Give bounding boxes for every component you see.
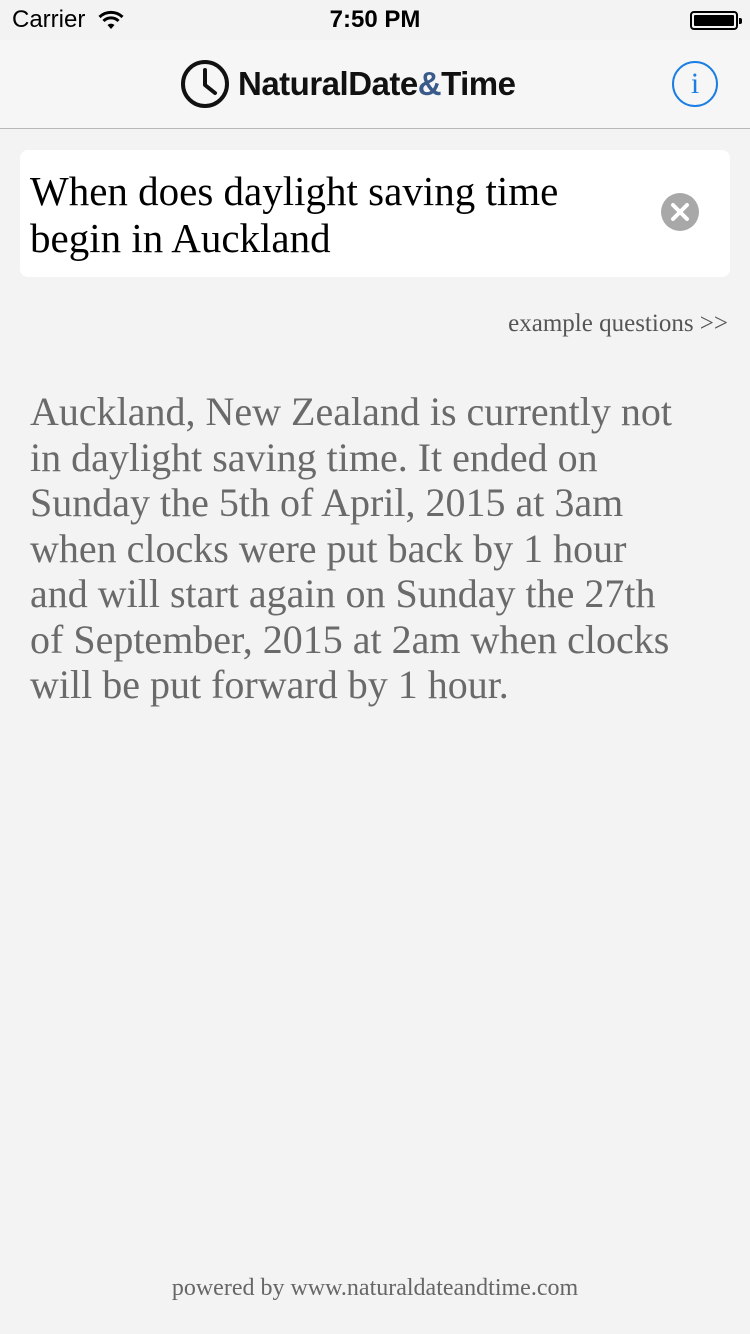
answer-text: Auckland, New Zealand is currently not i… [30, 389, 673, 707]
status-time: 7:50 PM [329, 6, 421, 33]
navigation-bar: NaturalDate&Time i [0, 40, 750, 129]
app-logo: NaturalDate&Time [180, 59, 516, 109]
clear-icon [671, 203, 689, 221]
question-text[interactable]: When does daylight saving time begin in … [30, 168, 640, 262]
logo-ampersand: & [417, 65, 442, 102]
info-button[interactable]: i [672, 61, 718, 107]
clock-icon [181, 60, 229, 108]
battery-icon [690, 11, 742, 30]
clear-button[interactable] [661, 193, 699, 231]
logo-text: NaturalDate&Time [238, 65, 516, 103]
powered-by-footer[interactable]: powered by www.naturaldateandtime.com [0, 1275, 750, 1302]
example-questions-link[interactable]: example questions >> [508, 310, 728, 338]
logo-text-natural-date: NaturalDate [238, 65, 418, 102]
question-input[interactable]: When does daylight saving time begin in … [20, 150, 730, 277]
status-bar: Carrier 7:50 PM [0, 0, 750, 40]
logo-text-time: Time [441, 65, 516, 102]
